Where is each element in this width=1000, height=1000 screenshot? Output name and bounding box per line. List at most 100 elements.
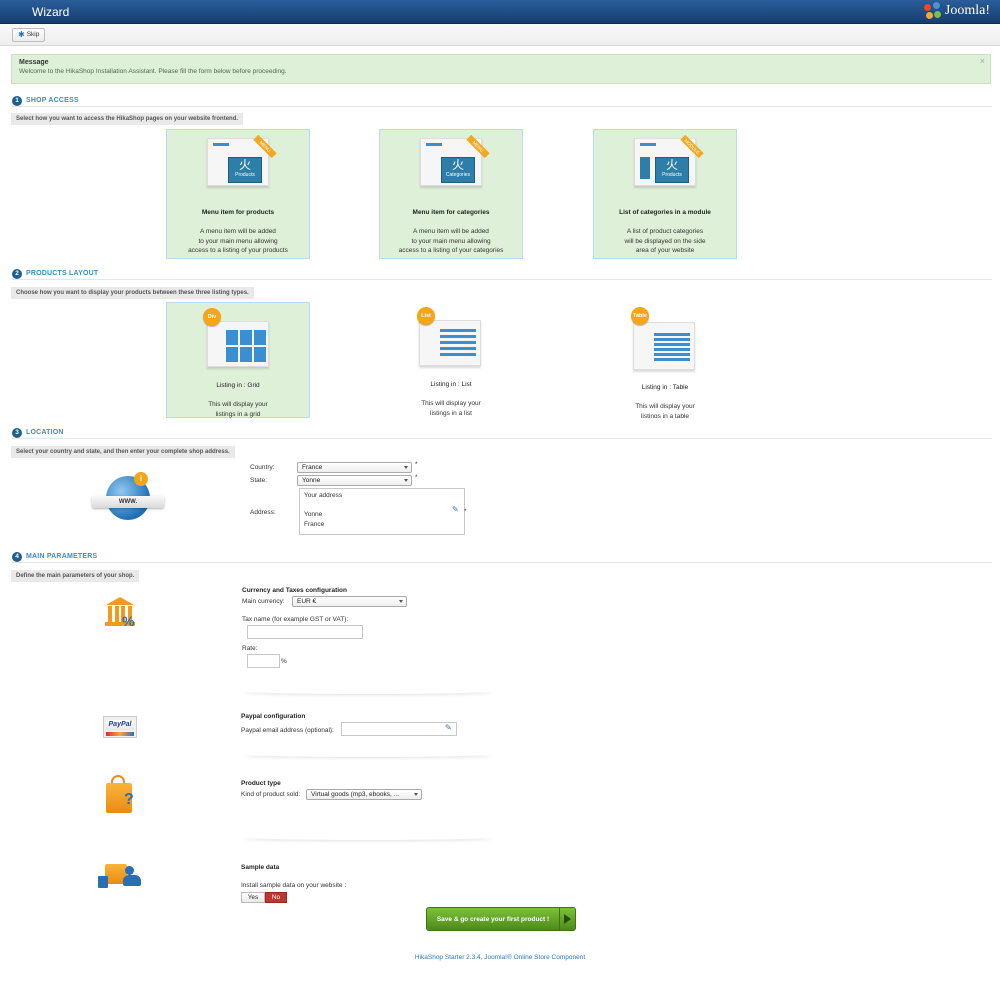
asterisk-icon: ✱ [18,30,25,39]
currency-heading: Currency and Taxes configuration [242,587,347,594]
joomla-logo: Joomla! [923,2,990,20]
card-description: A menu item will be added to your main m… [398,228,504,254]
card-caption: Listing in : Table [641,384,689,391]
card-description: This will display your listings in a gri… [208,401,268,418]
country-select[interactable]: France [297,462,412,473]
section-products-layout-title: 2 PRODUCTS LAYOUT [12,268,992,280]
no-option[interactable]: No [265,892,287,903]
step-number-badge: 3 [12,427,22,438]
joomla-logo-icon [923,2,942,20]
sample-data-label: Install sample data on your website : [241,882,347,889]
menu-screenshot-icon: ⽕ Products MENU [207,134,277,186]
card-description: A list of product categories will be dis… [624,228,706,254]
card-caption: Menu item for categories [412,209,490,216]
shopping-bag-question-icon: ? [104,775,140,815]
card-description: This will display your listings in a lis… [421,400,481,417]
edit-pencil-icon[interactable]: ✎ [452,505,459,514]
sample-data-toggle: Yes No [241,892,287,903]
section-heading: PRODUCTS LAYOUT [26,270,99,277]
welcome-message: Message Welcome to the HikaShop Installa… [11,54,991,84]
layout-option-table[interactable]: Table Listing in : Table This will displ… [593,302,737,418]
required-mark: * [464,508,467,515]
step-number-badge: 4 [12,551,22,562]
section-heading: MAIN PARAMETERS [26,553,98,560]
section-description: Select your country and state, and then … [11,446,235,458]
window-title: Wizard [32,5,70,19]
rate-input[interactable] [247,654,280,668]
table-layout-icon [633,322,695,370]
section-description: Select how you want to access the HikaSh… [11,113,244,125]
bank-percent-icon: % [104,597,140,633]
required-mark: * [415,461,418,468]
step-number-badge: 1 [12,95,22,106]
div-badge: Div [203,308,221,326]
section-main-parameters-title: 4 MAIN PARAMETERS [12,551,992,563]
currency-label: Main currency: [242,598,285,605]
sample-data-heading: Sample data [241,864,280,871]
shop-access-option-module[interactable]: ⽕ Products MODULE List of categories in … [593,129,737,259]
section-heading: SHOP ACCESS [26,97,79,104]
table-badge: Table [631,307,649,325]
list-badge: List [417,307,435,325]
card-description: This will display your listings in a tab… [635,403,695,418]
shop-access-option-menu-products[interactable]: ⽕ Products MENU Menu item for products A… [166,129,310,259]
play-arrow-icon [559,908,575,930]
module-screenshot-icon: ⽕ Products MODULE [634,134,704,186]
section-description: Define the main parameters of your shop. [11,570,140,582]
joomla-logo-text: Joomla! [944,3,990,18]
list-layout-icon [419,320,481,366]
toolbar: ✱ Skip [0,24,1000,46]
state-select[interactable]: Yonne [297,475,412,486]
footer-link[interactable]: HikaShop Starter 2.3.4, Joomla!® Online … [0,954,1000,961]
paypal-email-input[interactable] [341,722,457,736]
section-location-title: 3 LOCATION [12,427,992,439]
rate-label: Rate: [242,645,258,652]
chevron-down-icon [404,479,408,482]
required-mark: * [415,474,418,481]
paypal-email-label: Paypal email address (optional): [241,727,334,734]
paypal-logo-icon: PayPal [103,716,137,738]
product-kind-label: Kind of product sold: [241,791,301,798]
address-textarea[interactable]: Your address Yonne France [299,488,465,535]
product-type-heading: Product type [241,780,281,787]
skip-label: Skip [26,31,40,38]
menu-screenshot-icon: ⽕ Categories MENU [420,134,490,186]
product-kind-select[interactable]: Virtual goods (mp3, ebooks, ... [306,789,422,800]
paypal-heading: Paypal configuration [241,713,306,720]
country-label: Country: [250,464,275,471]
edit-pencil-icon[interactable]: ✎ [445,723,452,732]
rate-unit: % [281,658,287,665]
section-shop-access-title: 1 SHOP ACCESS [12,95,992,107]
tax-name-label: Tax name (for example GST or VAT): [242,616,349,623]
card-caption: Menu item for products [201,209,275,216]
card-caption: Listing in : Grid [216,382,260,389]
state-label: State: [250,477,267,484]
section-heading: LOCATION [26,429,64,436]
step-number-badge: 2 [12,268,22,279]
sample-data-boxes-icon [97,862,145,890]
shop-access-option-menu-categories[interactable]: ⽕ Categories MENU Menu item for categori… [379,129,523,259]
divider [243,834,493,840]
window-titlebar: Wizard Joomla! [0,0,1000,24]
chevron-down-icon [404,466,408,469]
grid-layout-icon [207,321,269,367]
close-icon[interactable]: × [980,56,985,66]
divider [243,751,493,757]
save-button-label: Save & go create your first product ! [436,915,550,923]
divider [243,688,493,694]
address-label: Address: [250,509,276,516]
globe-www-icon: WWW. i [92,470,164,530]
card-description: A menu item will be added to your main m… [188,228,288,254]
chevron-down-icon [399,600,403,603]
currency-select[interactable]: EUR € [292,596,407,607]
yes-option[interactable]: Yes [241,892,265,903]
layout-option-list[interactable]: List Listing in : List This will display… [379,302,523,418]
tax-name-input[interactable] [247,625,363,639]
message-heading: Message [19,59,49,66]
section-description: Choose how you want to display your prod… [11,287,254,299]
message-text: Welcome to the HikaShop Installation Ass… [19,68,287,75]
save-button[interactable]: Save & go create your first product ! [426,907,576,931]
card-caption: Listing in : List [430,381,472,388]
skip-button[interactable]: ✱ Skip [12,28,46,42]
layout-option-grid[interactable]: Div Listing in : Grid This will display … [166,302,310,418]
